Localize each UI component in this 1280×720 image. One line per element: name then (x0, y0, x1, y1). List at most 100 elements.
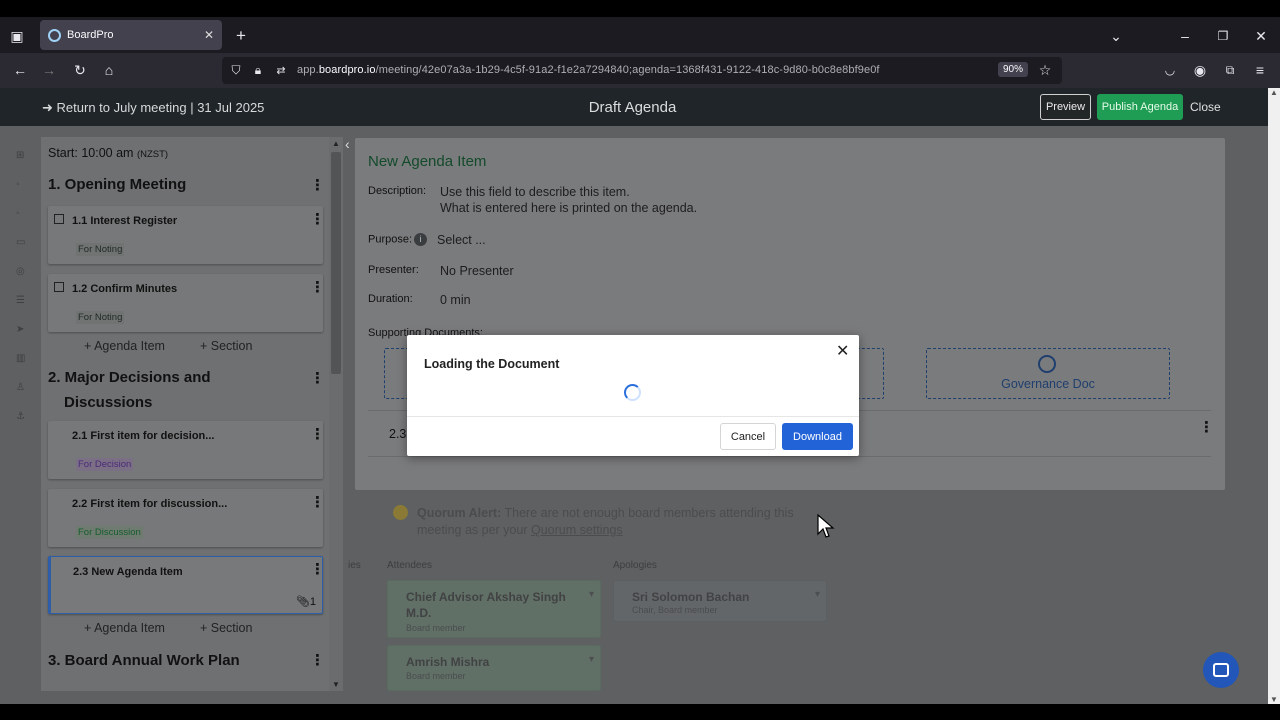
agenda-item-2-2[interactable]: 2.2 First item for discussion... For Dis… (48, 489, 323, 547)
item-2-1-menu-icon[interactable]: ⋮ (310, 427, 325, 442)
apology-card[interactable]: Sri Solomon Bachan Chair, Board member ▾ (613, 580, 827, 622)
publish-agenda-button[interactable]: Publish Agenda (1097, 94, 1183, 120)
description-label: Description: (368, 185, 427, 197)
governance-doc-icon (1038, 355, 1056, 373)
attendee-name: Chief Advisor Akshay Singh M.D. (406, 590, 566, 620)
lock-icon[interactable]: 🔒︎ (250, 61, 266, 79)
purpose-select[interactable]: Select ... (437, 232, 486, 248)
section-title-3[interactable]: 3. Board Annual Work Plan (48, 648, 240, 673)
duration-input[interactable]: 0 min (440, 292, 471, 308)
item-1-1-menu-icon[interactable]: ⋮ (310, 212, 325, 227)
agenda-item-2-1[interactable]: 2.1 First item for decision... For Decis… (48, 421, 323, 479)
scroll-down-icon[interactable]: ▼ (332, 680, 340, 689)
register-icon (54, 214, 64, 224)
agenda-item-2-3[interactable]: 2.3 New Agenda Item 📎︎1 (48, 556, 323, 614)
item-1-2-menu-icon[interactable]: ⋮ (310, 280, 325, 295)
minimize-icon[interactable]: – (1176, 27, 1194, 45)
governance-doc-label: Governance Doc (1001, 377, 1095, 391)
attendee-card[interactable]: Chief Advisor Akshay Singh M.D. Board mem… (387, 580, 601, 638)
attendee-role: Board member (406, 623, 466, 633)
attendee-role: Board member (406, 671, 466, 681)
apology-role: Chair, Board member (632, 605, 718, 615)
agenda-item-heading[interactable]: New Agenda Item (368, 153, 486, 170)
scroll-up-icon[interactable]: ▲ (1270, 88, 1278, 97)
return-link-label: Return to July meeting | 31 Jul 2025 (56, 100, 265, 115)
download-button[interactable]: Download (782, 423, 853, 450)
divider (368, 456, 1211, 457)
account-icon[interactable]: ◉ (1191, 61, 1209, 79)
scroll-up-icon[interactable]: ▲ (332, 139, 340, 148)
duration-label: Duration: (368, 293, 413, 305)
document-row-menu-icon[interactable]: ⋮ (1199, 420, 1214, 435)
section-title-2[interactable]: 2. Major Decisions and Discussions (48, 365, 211, 415)
document-row-number: 2.3 (389, 427, 407, 441)
boardpro-favicon-icon (48, 28, 61, 42)
reload-icon[interactable]: ↻ (71, 61, 89, 79)
cancel-button[interactable]: Cancel (720, 423, 776, 450)
section-title-1[interactable]: 1. Opening Meeting (48, 172, 186, 197)
agenda-item-1-1[interactable]: 1.1 Interest Register For Noting (48, 206, 323, 264)
back-arrow-icon[interactable]: ← (11, 61, 29, 79)
left-nav-icons: ⊞ ◦ ◦ ▭ ◎ ☰ ➤ ▥ ♙ ⚓︎ (16, 150, 26, 422)
home-icon[interactable]: ⌂ (100, 61, 118, 79)
shield-icon[interactable]: ⛉ (228, 61, 244, 79)
add-section-button[interactable]: + Section (200, 621, 252, 635)
page-scrollbar[interactable]: ▲ ▼ (1268, 88, 1280, 704)
tab-overflow-chevron-icon[interactable]: ⌄ (1107, 27, 1125, 45)
quorum-settings-link[interactable]: Quorum settings (531, 523, 623, 537)
chevron-down-icon[interactable]: ▾ (815, 589, 820, 600)
extensions-icon[interactable]: ⧉ (1221, 61, 1239, 79)
window-close-icon[interactable]: ✕ (1252, 27, 1270, 45)
sidebar-scroll-thumb[interactable] (331, 152, 341, 374)
url-text[interactable]: app.boardpro.io/meeting/42e07a3a-1b29-4c… (297, 64, 880, 76)
page-title: Draft Agenda (588, 99, 677, 116)
collapse-sidebar-icon[interactable]: ‹ (345, 136, 350, 152)
close-button[interactable]: Close (1190, 100, 1221, 114)
pocket-icon[interactable]: ◡ (1161, 61, 1179, 79)
top-frame (0, 0, 1280, 17)
tab-close-icon[interactable]: ✕ (204, 28, 214, 42)
back-circle-icon: ➜ (42, 100, 53, 115)
info-icon[interactable]: i (414, 233, 428, 246)
chevron-down-icon[interactable]: ▾ (589, 589, 594, 600)
add-agenda-item-button[interactable]: + Agenda Item (84, 621, 165, 635)
agenda-item-title: 2.2 First item for discussion... (72, 498, 228, 510)
item-2-3-menu-icon[interactable]: ⋮ (310, 562, 325, 577)
mouse-cursor-icon (817, 514, 835, 538)
presenter-select[interactable]: No Presenter (440, 263, 514, 279)
add-section-button[interactable]: + Section (200, 339, 252, 353)
zoom-badge[interactable]: 90% (998, 62, 1029, 77)
apology-name: Sri Solomon Bachan (632, 590, 750, 604)
scroll-down-icon[interactable]: ▼ (1270, 695, 1278, 704)
return-link[interactable]: ➜ Return to July meeting | 31 Jul 2025 (42, 100, 264, 116)
tab-list-icon[interactable]: ▣ (8, 27, 26, 45)
dialog-close-icon[interactable]: ✕ (836, 341, 849, 361)
chevron-down-icon[interactable]: ▾ (589, 654, 594, 665)
attachment-count: 📎︎1 (295, 596, 316, 608)
bottom-frame (0, 704, 1280, 720)
permissions-icon[interactable]: ⇄ (273, 61, 289, 79)
forward-arrow-icon[interactable]: → (40, 61, 58, 79)
item-2-2-menu-icon[interactable]: ⋮ (310, 495, 325, 510)
truncated-label: ies (348, 560, 361, 571)
tab-boardpro[interactable]: BoardPro ✕ (40, 20, 222, 50)
attendees-label: Attendees (387, 560, 433, 571)
new-tab-icon[interactable]: + (232, 26, 250, 45)
add-agenda-item-button[interactable]: + Agenda Item (84, 339, 165, 353)
section-1-menu-icon[interactable]: ⋮ (310, 178, 325, 193)
menu-icon[interactable]: ≡ (1251, 61, 1269, 79)
preview-button[interactable]: Preview (1040, 94, 1091, 120)
quorum-alert: Quorum Alert: There are not enough board… (417, 506, 794, 537)
attendee-card[interactable]: Amrish Mishra Board member ▾ (387, 645, 601, 691)
restore-icon[interactable]: ❐ (1214, 27, 1232, 45)
dialog-divider (407, 416, 859, 417)
purpose-badge: For Noting (76, 311, 125, 324)
section-3-menu-icon[interactable]: ⋮ (310, 653, 325, 668)
bookmark-star-icon[interactable]: ☆ (1036, 61, 1054, 79)
start-time: Start: 10:00 am (NZST) (48, 146, 169, 160)
chat-launcher-button[interactable] (1203, 652, 1239, 688)
warning-icon (393, 505, 408, 520)
agenda-item-1-2[interactable]: 1.2 Confirm Minutes For Noting (48, 274, 323, 332)
description-field[interactable]: Use this field to describe this item. Wha… (440, 184, 697, 216)
section-2-menu-icon[interactable]: ⋮ (310, 371, 325, 386)
